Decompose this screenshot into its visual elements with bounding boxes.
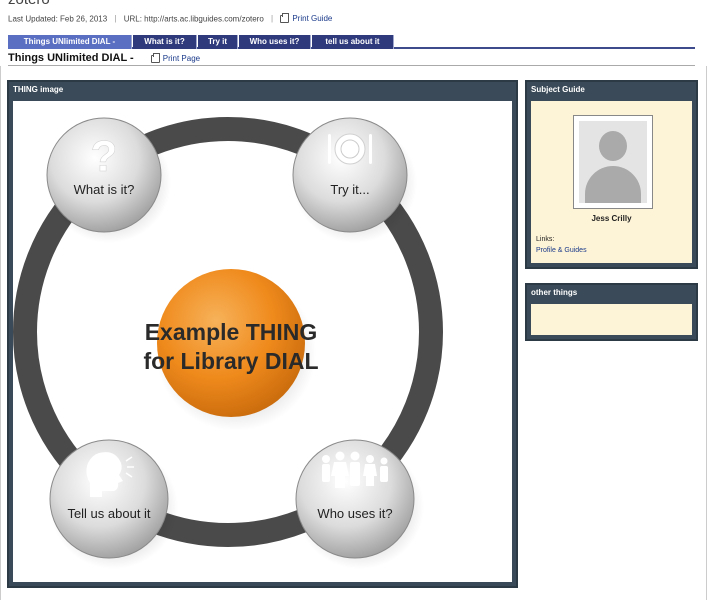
meta-separator: |: [114, 14, 117, 24]
thing-box-header: THING image: [13, 85, 64, 94]
node-label-tell: Tell us about it: [67, 506, 150, 521]
tab-what-is-it[interactable]: What is it?: [133, 35, 197, 49]
question-mark-icon: ?: [91, 132, 118, 181]
tab-things-unlimited[interactable]: Things UNlimited DIAL -: [8, 35, 132, 49]
printer-icon: [280, 12, 290, 23]
print-page-label: Print Page: [162, 54, 201, 63]
tab-try-it[interactable]: Try it: [198, 35, 238, 49]
avatar[interactable]: [573, 115, 653, 209]
node-tell-us-about-it[interactable]: Tell us about it: [49, 439, 178, 569]
subject-guide-header: Subject Guide: [531, 85, 585, 94]
thing-image-box: THING image Example THING for Library DI…: [7, 80, 518, 588]
subheader-title: Things UNlimited DIAL -: [8, 52, 134, 64]
meta-separator: |: [271, 14, 274, 24]
last-updated: Last Updated: Feb 26, 2013: [8, 14, 108, 24]
page-subheader: Things UNlimited DIAL - Print Page: [8, 50, 695, 66]
links-label: Links:: [536, 236, 555, 243]
node-who-uses-it[interactable]: Who uses it?: [295, 439, 424, 569]
tab-bar: Things UNlimited DIAL - What is it? Try …: [8, 35, 695, 49]
other-things-header: other things: [531, 288, 578, 297]
center-text-line1: Example THING: [145, 319, 318, 345]
printer-icon: [150, 52, 160, 63]
librarian-name: Jess Crilly: [591, 214, 632, 223]
other-things-box: other things: [525, 283, 698, 341]
tab-who-uses-it[interactable]: Who uses it?: [239, 35, 311, 49]
profile-guides-link[interactable]: Profile & Guides: [536, 247, 587, 254]
node-label-what: What is it?: [74, 182, 135, 197]
node-label-who: Who uses it?: [317, 506, 392, 521]
other-things-body: [531, 304, 692, 335]
print-page-link[interactable]: Print Page: [150, 52, 201, 63]
avatar-placeholder-icon: [579, 121, 647, 203]
page-title: zotero: [8, 0, 50, 8]
print-guide-link[interactable]: Print Guide: [292, 14, 332, 23]
thing-image: Example THING for Library DIAL ? What is…: [13, 101, 512, 582]
node-try-it[interactable]: Try it...: [292, 117, 417, 243]
guide-meta: Last Updated: Feb 26, 2013 | URL: http:/…: [8, 12, 332, 24]
center-text-line2: for Library DIAL: [143, 348, 318, 374]
subject-guide-body: Jess Crilly Links: Profile & Guides: [531, 101, 692, 263]
dial-diagram: Example THING for Library DIAL ? What is…: [13, 117, 443, 569]
subject-guide-box: Subject Guide Jess Crilly Links: Profile…: [525, 80, 698, 269]
tab-tell-us-about-it[interactable]: tell us about it: [312, 35, 394, 49]
node-label-try: Try it...: [330, 182, 369, 197]
guide-url: URL: http://arts.ac.libguides.com/zotero: [123, 14, 264, 24]
